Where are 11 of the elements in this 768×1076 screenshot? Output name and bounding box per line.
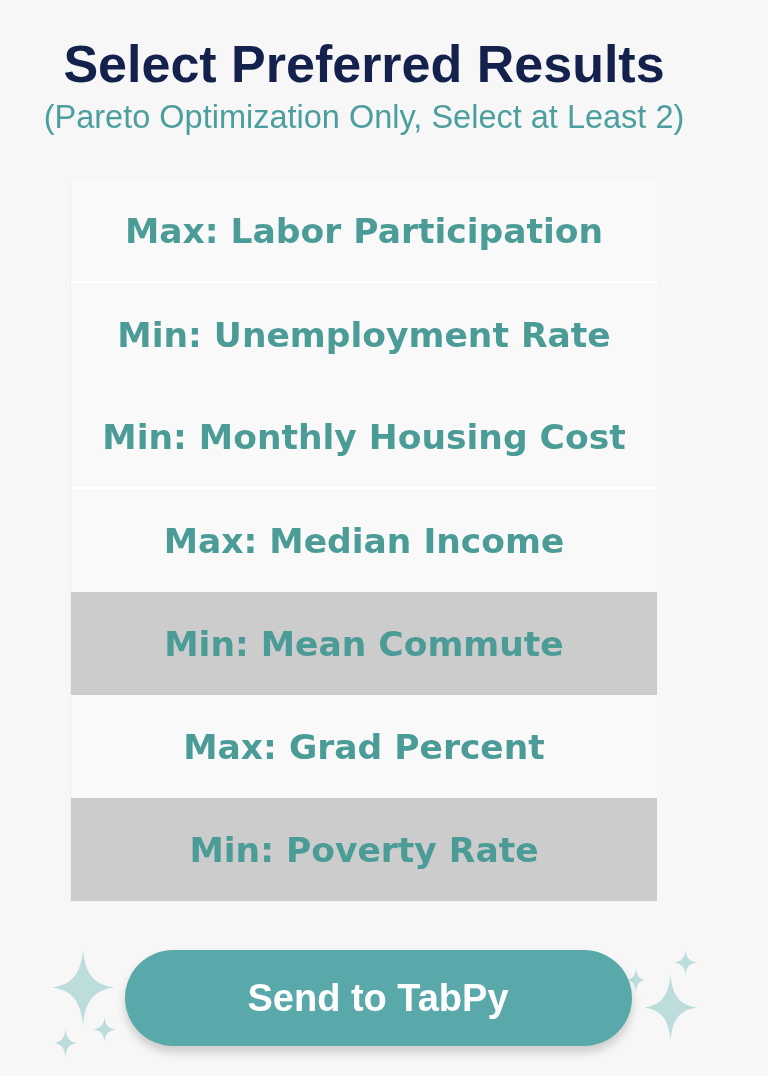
option-item[interactable]: Min: Unemployment Rate <box>71 283 657 386</box>
option-item[interactable]: Max: Median Income <box>71 489 657 592</box>
sparkle-icon <box>53 1029 77 1057</box>
send-button[interactable]: Send to TabPy <box>124 950 632 1046</box>
option-item[interactable]: Min: Mean Commute <box>71 592 657 695</box>
panel-subtitle: (Pareto Optimization Only, Select at Least 2) <box>43 98 685 136</box>
option-item[interactable]: Min: Poverty Rate <box>71 798 657 901</box>
option-item[interactable]: Max: Grad Percent <box>71 695 657 798</box>
panel-title: Select Preferred Results <box>63 34 665 94</box>
option-item[interactable]: Min: Monthly Housing Cost <box>71 386 657 489</box>
option-item[interactable]: Max: Labor Participation <box>71 180 657 283</box>
